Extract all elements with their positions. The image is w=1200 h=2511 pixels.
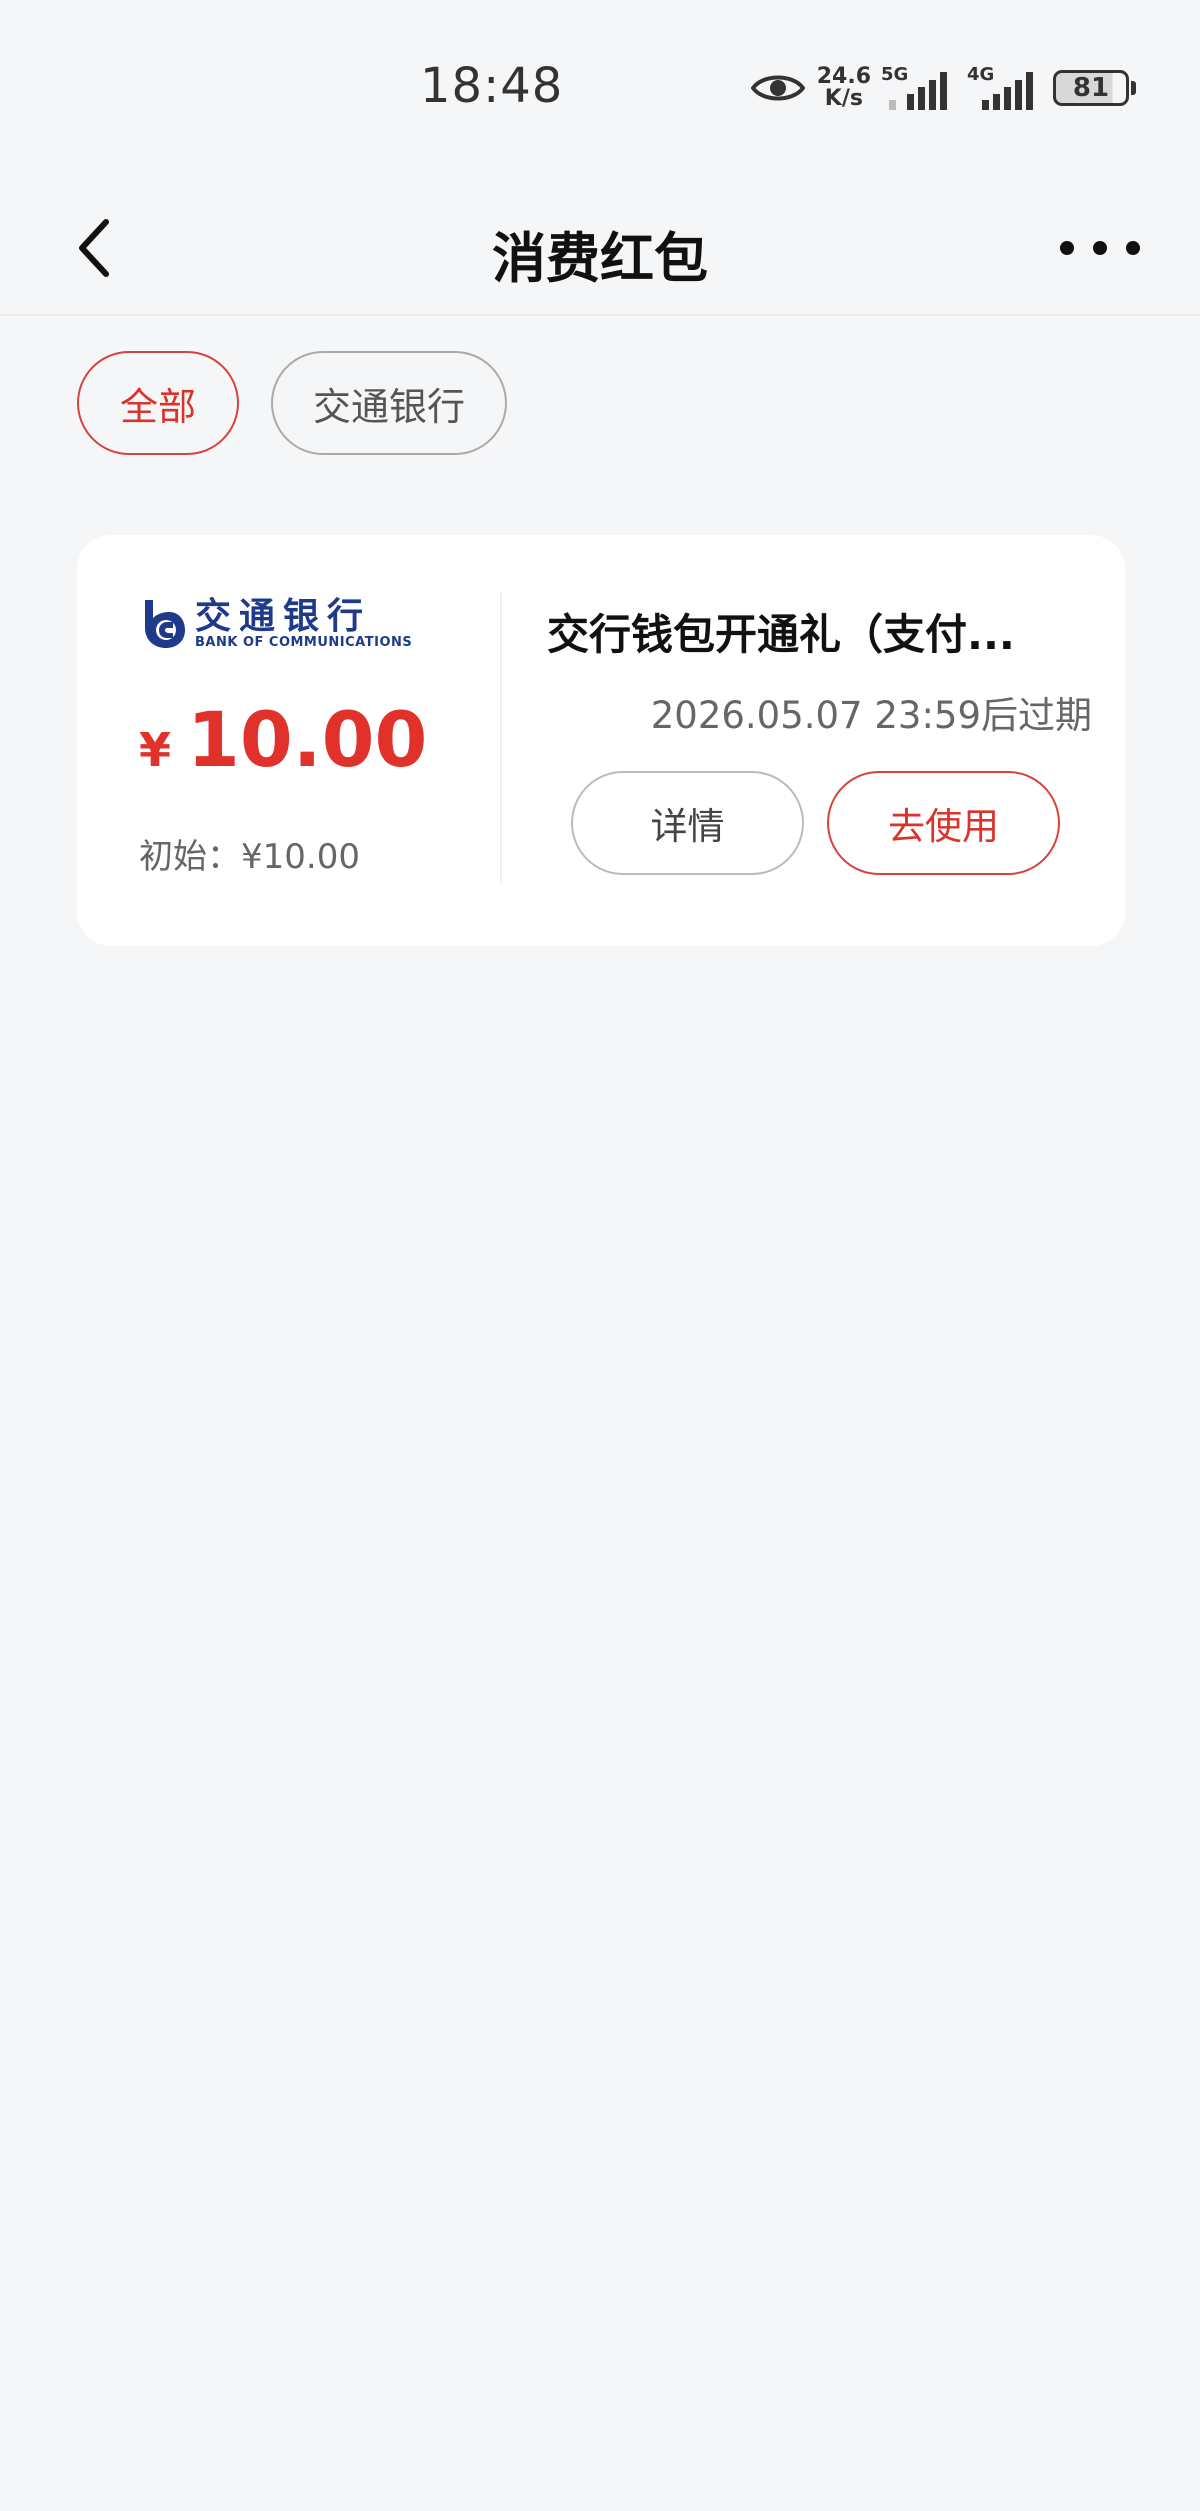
nav-bar: 消费红包 <box>0 180 1200 316</box>
bank-of-communications-logo-icon <box>145 600 185 648</box>
coupon-card[interactable]: 交通银行 BANK OF COMMUNICATIONS ¥ 10.00 初始：¥… <box>77 535 1125 946</box>
battery-icon: 81 <box>1053 70 1129 106</box>
coupon-amount: ¥ 10.00 <box>139 695 427 784</box>
coupon-title: 交行钱包开通礼（支付... <box>547 610 1015 659</box>
bank-name-cn: 交通银行 <box>195 595 372 637</box>
battery-tip <box>1131 81 1136 95</box>
page-title: 消费红包 <box>492 227 708 290</box>
more-horizontal-icon <box>1093 241 1107 255</box>
detail-button[interactable]: 详情 <box>571 771 804 875</box>
currency-symbol: ¥ <box>139 723 172 777</box>
status-bar: 18:48 24.6 K/s 5G 4G 81 <box>0 0 1200 180</box>
amount-value: 10.00 <box>187 695 428 784</box>
bank-logo: 交通银行 BANK OF COMMUNICATIONS <box>139 597 412 651</box>
bank-logo-text: 交通银行 BANK OF COMMUNICATIONS <box>195 597 412 651</box>
eye-icon <box>750 75 805 101</box>
status-indicators: 24.6 K/s 5G 4G 81 <box>750 62 1136 114</box>
signal-4g-label: 4G <box>967 64 995 85</box>
more-horizontal-icon <box>1060 241 1074 255</box>
coupon-amount-section: 交通银行 BANK OF COMMUNICATIONS ¥ 10.00 初始：¥… <box>77 535 500 946</box>
use-button[interactable]: 去使用 <box>827 771 1060 875</box>
filter-chip-bank-of-communications[interactable]: 交通银行 <box>271 351 507 455</box>
network-speed-value: 24.6 <box>816 64 871 89</box>
more-horizontal-icon <box>1126 241 1140 255</box>
signal-5g: 5G <box>881 64 953 110</box>
card-divider <box>500 593 502 883</box>
status-time: 18:48 <box>420 58 564 114</box>
signal-4g: 4G <box>967 64 1039 110</box>
battery-level: 81 <box>1072 73 1110 103</box>
filter-chip-all[interactable]: 全部 <box>77 351 239 455</box>
bank-name-en: BANK OF COMMUNICATIONS <box>195 635 413 650</box>
coupon-expiry: 2026.05.07 23:59后过期 <box>650 694 1092 737</box>
network-speed: 24.6 K/s <box>817 66 871 110</box>
more-button[interactable] <box>1060 226 1140 270</box>
coupon-info-section: 交行钱包开通礼（支付... 2026.05.07 23:59后过期 详情 去使用 <box>547 535 1092 946</box>
network-speed-unit: K/s <box>824 86 863 111</box>
initial-amount: 初始：¥10.00 <box>139 837 360 877</box>
filter-chips: 全部 交通银行 <box>77 351 539 455</box>
signal-5g-label: 5G <box>881 64 909 85</box>
